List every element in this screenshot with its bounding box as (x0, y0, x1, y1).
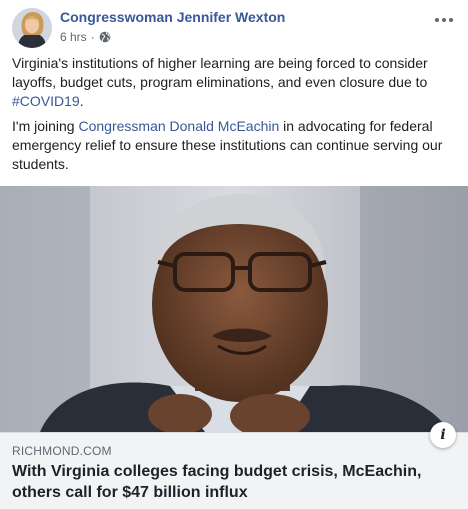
globe-icon[interactable] (99, 31, 111, 43)
mention-link[interactable]: Congressman Donald McEachin (78, 118, 279, 134)
timestamp[interactable]: 6 hrs (60, 30, 87, 44)
post-paragraph-1: Virginia's institutions of higher learni… (12, 54, 456, 111)
link-title[interactable]: With Virginia colleges facing budget cri… (12, 461, 452, 503)
link-card[interactable]: RICHMOND.COM With Virginia colleges faci… (0, 432, 468, 509)
author-avatar[interactable] (12, 8, 52, 48)
info-icon[interactable]: i (430, 422, 456, 448)
paragraph-1-end: . (79, 93, 84, 109)
facebook-post: Congresswoman Jennifer Wexton 6 hrs · Vi… (0, 0, 468, 509)
post-text: Virginia's institutions of higher learni… (12, 54, 456, 180)
link-domain: RICHMOND.COM (12, 444, 112, 458)
author-name[interactable]: Congresswoman Jennifer Wexton (60, 9, 285, 25)
paragraph-2-before: I'm joining (12, 118, 79, 134)
post-header: Congresswoman Jennifer Wexton 6 hrs · (12, 8, 460, 48)
meta-separator: · (90, 30, 95, 44)
hashtag-link[interactable]: #COVID19 (12, 93, 80, 109)
paragraph-1-text: Virginia's institutions of higher learni… (12, 55, 428, 90)
post-paragraph-2: I'm joining Congressman Donald McEachin … (12, 117, 456, 174)
more-options-icon[interactable] (432, 10, 456, 30)
link-preview-image[interactable] (0, 186, 468, 432)
post-meta: 6 hrs · (60, 30, 111, 44)
